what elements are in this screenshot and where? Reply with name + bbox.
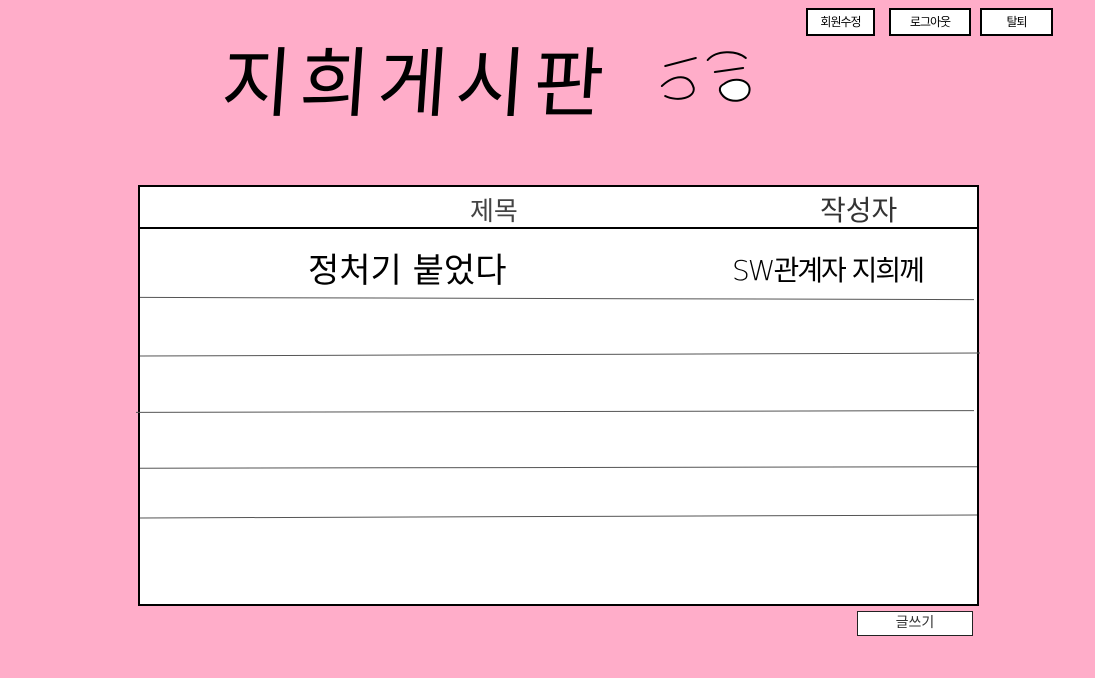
row-divider (140, 514, 977, 519)
write-post-button[interactable]: 글쓰기 (857, 611, 973, 636)
row-divider (139, 466, 978, 469)
board-header-row: 제목 작성자 (140, 187, 977, 229)
logout-button[interactable]: 로그아웃 (889, 8, 971, 36)
withdraw-button[interactable]: 탈퇴 (980, 8, 1053, 36)
row-divider (140, 296, 974, 301)
post-title-link[interactable]: 정처기 붙었다 (308, 243, 507, 292)
page-title: 지희게시판 (219, 34, 886, 134)
title-column-header: 제목 (470, 197, 518, 227)
edit-profile-button[interactable]: 회원수정 (806, 8, 875, 36)
board-table: 제목 작성자 정처기 붙었다 SW관계자 지희께 (135, 185, 980, 606)
post-author: SW관계자 지희께 (732, 254, 925, 287)
row-divider (140, 352, 980, 357)
row-divider (135, 410, 975, 413)
author-column-header: 작성자 (820, 194, 898, 227)
page-title-text: 지희게시판 (218, 39, 615, 128)
flower-icon (660, 51, 751, 102)
